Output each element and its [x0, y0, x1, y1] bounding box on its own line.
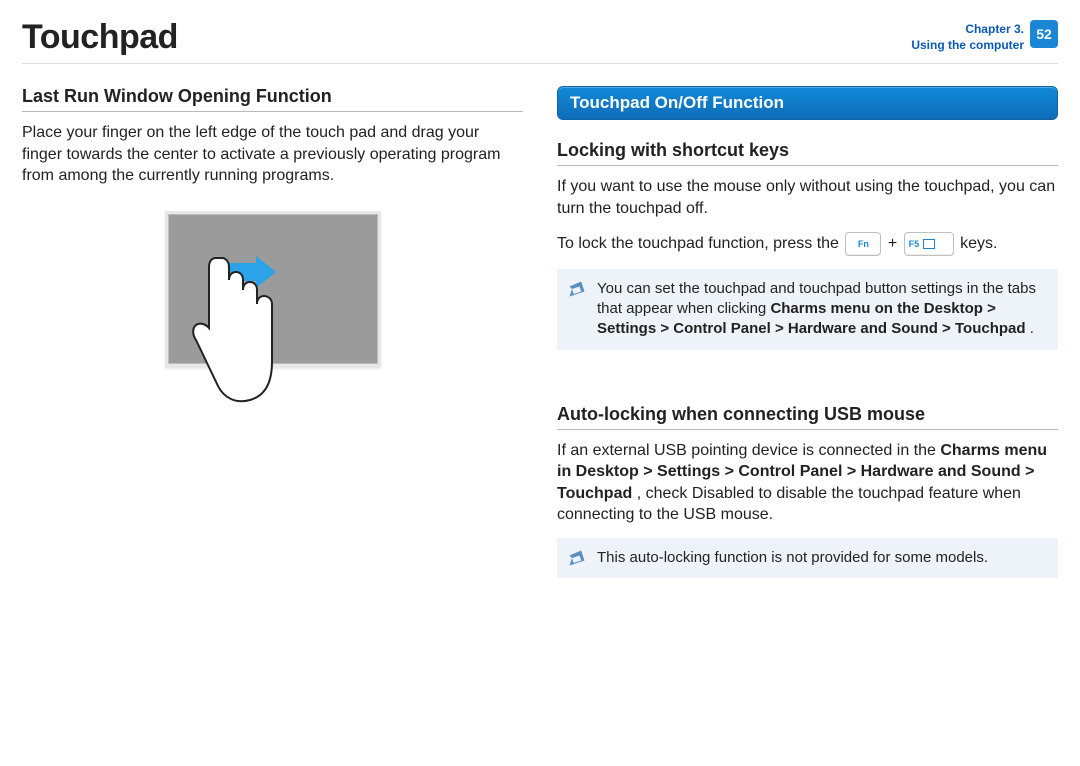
page-title: Touchpad	[22, 18, 911, 57]
heading-rule	[22, 111, 523, 112]
lock-text-post: keys.	[960, 235, 997, 252]
content-columns: Last Run Window Opening Function Place y…	[22, 86, 1058, 748]
heading-rule-3	[557, 429, 1058, 430]
heading-locking: Locking with shortcut keys	[557, 140, 1058, 161]
chapter-line-1: Chapter 3.	[911, 22, 1024, 38]
note-icon	[567, 279, 587, 299]
autolock-text-a: If an external USB pointing device is co…	[557, 442, 940, 459]
lock-text-pre: To lock the touchpad function, press the	[557, 235, 843, 252]
locking-intro: If you want to use the mouse only withou…	[557, 176, 1058, 219]
page-header: Touchpad Chapter 3. Using the computer 5…	[22, 18, 1058, 57]
fn-key-icon: Fn	[845, 232, 881, 256]
plus-text: +	[888, 235, 897, 252]
left-column: Last Run Window Opening Function Place y…	[22, 86, 523, 748]
header-divider	[22, 63, 1058, 64]
f5-key-icon: F5	[904, 232, 954, 256]
manual-page: Touchpad Chapter 3. Using the computer 5…	[0, 0, 1080, 766]
right-column: Touchpad On/Off Function Locking with sh…	[557, 86, 1058, 748]
autolock-paragraph: If an external USB pointing device is co…	[557, 440, 1058, 526]
heading-last-run: Last Run Window Opening Function	[22, 86, 523, 107]
heading-rule-2	[557, 165, 1058, 166]
touchpad-illustration	[165, 211, 381, 367]
chapter-line-2: Using the computer	[911, 38, 1024, 54]
last-run-paragraph: Place your finger on the left edge of th…	[22, 122, 523, 187]
lock-instruction: To lock the touchpad function, press the…	[557, 231, 1058, 257]
hand-icon	[178, 250, 288, 410]
note-box-autolock: This auto-locking function is not provid…	[557, 538, 1058, 578]
note1-text-c: .	[1030, 320, 1034, 337]
note2-text: This auto-locking function is not provid…	[597, 549, 988, 566]
spacer	[557, 374, 1058, 404]
page-number-badge: 52	[1030, 20, 1058, 48]
note-icon	[567, 548, 587, 568]
section-bar-onoff: Touchpad On/Off Function	[557, 86, 1058, 120]
heading-autolock: Auto-locking when connecting USB mouse	[557, 404, 1058, 425]
chapter-info: Chapter 3. Using the computer	[911, 22, 1024, 53]
touchpad-figure	[22, 211, 523, 367]
note-box-settings: You can set the touchpad and touchpad bu…	[557, 269, 1058, 350]
